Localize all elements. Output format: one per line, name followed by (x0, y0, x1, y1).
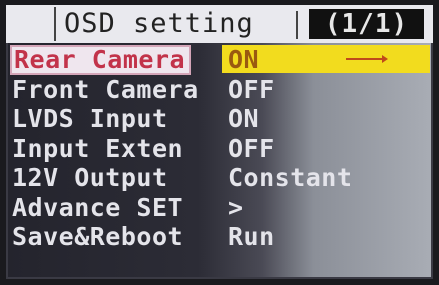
header-divider (296, 11, 298, 39)
menu-item-advance-set[interactable]: Advance SET > (6, 193, 433, 223)
menu-item-value[interactable]: > (228, 193, 244, 223)
menu-item-label: Front Camera (12, 74, 199, 104)
menu-item-value[interactable]: OFF (228, 134, 275, 164)
menu-item-value[interactable]: Constant (228, 163, 352, 193)
menu-item-rear-camera[interactable]: Rear Camera ON (6, 45, 433, 75)
menu-item-value[interactable]: ON (228, 45, 259, 75)
arrow-right-icon (346, 55, 388, 63)
menu-item-label: Advance SET (12, 192, 184, 222)
page-indicator: (1/1) (309, 9, 424, 39)
osd-title: OSD setting (54, 7, 314, 41)
menu-item-input-exten[interactable]: Input Exten OFF (6, 134, 433, 164)
menu-item-label: Rear Camera (10, 45, 192, 75)
menu-item-12v-output[interactable]: 12V Output Constant (6, 163, 433, 193)
osd-screen: OSD setting (1/1) Rear Camera ON Front C… (6, 5, 433, 279)
menu-item-value[interactable]: OFF (228, 75, 275, 105)
menu-item-save-reboot[interactable]: Save&Reboot Run (6, 222, 433, 252)
menu-item-label: Input Exten (12, 133, 184, 163)
menu-item-value[interactable]: Run (228, 222, 275, 252)
menu-item-label: Save&Reboot (12, 222, 184, 251)
menu-item-label: LVDS Input (12, 104, 168, 133)
menu-item-label: 12V Output (12, 163, 168, 192)
menu-item-value[interactable]: ON (228, 104, 259, 134)
menu-item-lvds-input[interactable]: LVDS Input ON (6, 104, 433, 134)
osd-menu: Rear Camera ON Front Camera OFF LVDS Inp… (6, 45, 433, 252)
menu-item-front-camera[interactable]: Front Camera OFF (6, 75, 433, 105)
osd-header: OSD setting (1/1) (6, 5, 433, 43)
